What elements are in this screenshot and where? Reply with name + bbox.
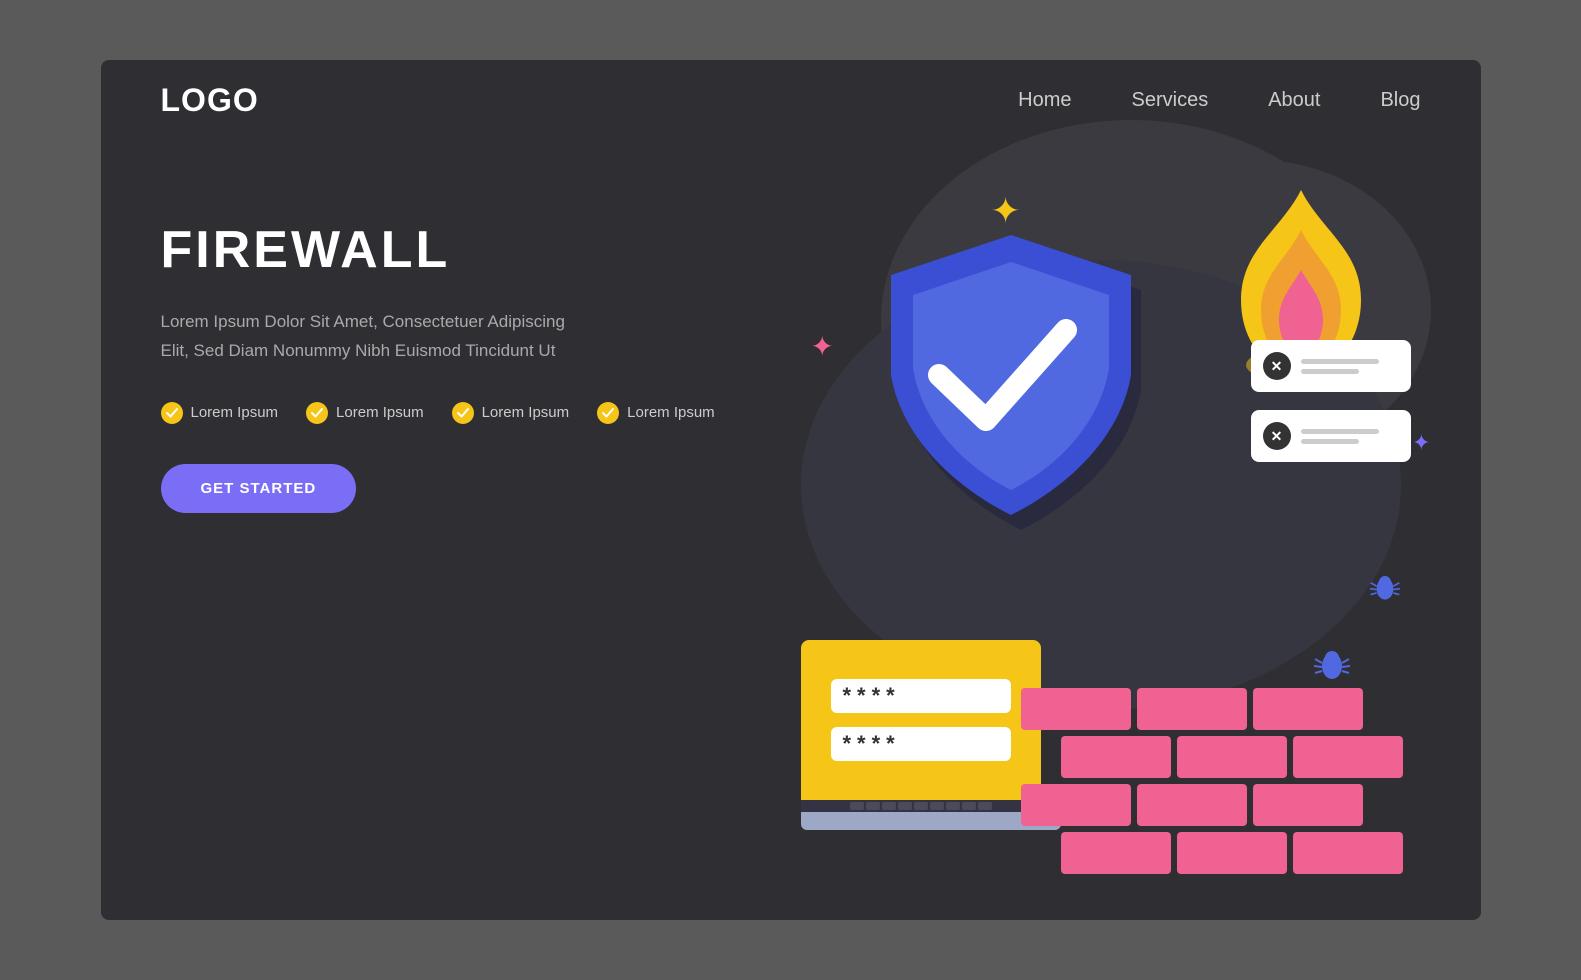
brick <box>1177 832 1287 874</box>
key <box>962 802 976 810</box>
key <box>930 802 944 810</box>
nav-home[interactable]: Home <box>1018 89 1071 112</box>
hero-description: Lorem Ipsum Dolor Sit Amet, Consectetuer… <box>161 308 721 366</box>
brick <box>1061 832 1171 874</box>
feature-label-1: Lorem Ipsum <box>191 404 279 421</box>
error-lines-1 <box>1301 359 1399 374</box>
brick <box>1253 688 1363 730</box>
brick <box>1177 736 1287 778</box>
key <box>946 802 960 810</box>
laptop-screen: **** **** <box>801 640 1041 800</box>
feature-1: Lorem Ipsum <box>161 402 279 424</box>
nav-services[interactable]: Services <box>1132 89 1209 112</box>
error-lines-2 <box>1301 429 1399 444</box>
brick <box>1253 784 1363 826</box>
brick-row-4 <box>1021 832 1361 874</box>
password-field-2: **** <box>831 727 1011 761</box>
logo: LOGO <box>161 82 259 119</box>
brick <box>1293 832 1403 874</box>
error-card-1: ✕ <box>1251 340 1411 392</box>
bug-icon-1 <box>1313 645 1351 690</box>
feature-label-3: Lorem Ipsum <box>482 404 570 421</box>
navbar: LOGO Home Services About Blog <box>101 60 1481 140</box>
get-started-button[interactable]: GET STARTED <box>161 464 357 513</box>
brick <box>1021 784 1131 826</box>
feature-check-icon-4 <box>597 402 619 424</box>
laptop-keyboard <box>801 800 1041 812</box>
feature-4: Lorem Ipsum <box>597 402 715 424</box>
hero-illustration: ✦ ✦ ✦ <box>741 140 1441 920</box>
brick <box>1061 736 1171 778</box>
nav-about[interactable]: About <box>1268 89 1320 112</box>
feature-2: Lorem Ipsum <box>306 402 424 424</box>
brick <box>1137 784 1247 826</box>
brick-row-1 <box>1021 688 1361 730</box>
feature-check-icon-3 <box>452 402 474 424</box>
keyboard-row <box>850 802 992 810</box>
brick-wall <box>1021 688 1361 880</box>
key <box>898 802 912 810</box>
error-line <box>1301 439 1360 444</box>
hero-title: FIREWALL <box>161 220 721 280</box>
error-line <box>1301 369 1360 374</box>
key <box>882 802 896 810</box>
bug-icon-2 <box>1369 571 1401 610</box>
key <box>866 802 880 810</box>
sparkle-icon-1: ✦ <box>991 190 1021 232</box>
key <box>978 802 992 810</box>
error-line <box>1301 429 1379 434</box>
feature-label-4: Lorem Ipsum <box>627 404 715 421</box>
brick <box>1137 688 1247 730</box>
nav-blog[interactable]: Blog <box>1380 89 1420 112</box>
password-field-1: **** <box>831 679 1011 713</box>
brick-row-3 <box>1021 784 1361 826</box>
feature-3: Lorem Ipsum <box>452 402 570 424</box>
error-line <box>1301 359 1379 364</box>
sparkle-icon-2: ✦ <box>811 330 834 363</box>
error-card-2: ✕ <box>1251 410 1411 462</box>
feature-check-icon-1 <box>161 402 183 424</box>
error-x-icon-1: ✕ <box>1263 352 1291 380</box>
brick-row-2 <box>1021 736 1361 778</box>
shield-icon <box>871 220 1151 540</box>
feature-check-icon-2 <box>306 402 328 424</box>
page-container: LOGO Home Services About Blog FIREWALL L… <box>101 60 1481 920</box>
hero-left: FIREWALL Lorem Ipsum Dolor Sit Amet, Con… <box>161 220 721 513</box>
error-x-icon-2: ✕ <box>1263 422 1291 450</box>
nav-links: Home Services About Blog <box>1018 89 1420 112</box>
brick <box>1021 688 1131 730</box>
key <box>850 802 864 810</box>
key <box>914 802 928 810</box>
brick <box>1293 736 1403 778</box>
feature-label-2: Lorem Ipsum <box>336 404 424 421</box>
features-row: Lorem Ipsum Lorem Ipsum Lorem Ipsum Lore… <box>161 402 721 424</box>
sparkle-icon-3: ✦ <box>1412 430 1430 456</box>
